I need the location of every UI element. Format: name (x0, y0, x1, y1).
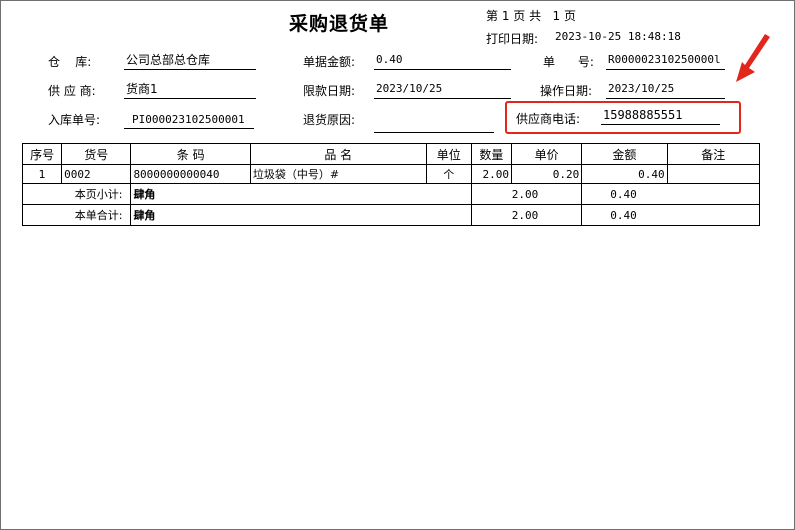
document-title: 采购退货单 (288, 13, 389, 35)
cell-remark (666, 164, 761, 184)
col-header-amount: 金额 (581, 143, 668, 165)
doc-total-row: 本单合计: 肆角 2.00 0.40 (21, 204, 760, 226)
col-header-price: 单价 (510, 143, 583, 165)
reason-label: 退货原因: (303, 113, 356, 127)
doc-total-words: 肆角 (130, 204, 472, 226)
col-header-seq: 序号 (21, 143, 63, 165)
cell-amount: 0.40 (581, 164, 668, 184)
reason-value (374, 115, 494, 133)
document-frame (0, 0, 795, 530)
col-header-item-no: 货号 (61, 143, 132, 165)
cell-barcode: 8000000000040 (130, 164, 251, 184)
due-date-value: 2023/10/25 (374, 81, 511, 99)
cell-unit: 个 (425, 164, 472, 184)
col-header-unit: 单位 (425, 143, 472, 165)
table-header-row: 序号 货号 条 码 品 名 单位 数量 单价 金额 备注 (21, 143, 761, 165)
doc-no-label: 单 号: (543, 55, 594, 69)
print-date-label: 打印日期: (486, 32, 539, 46)
doc-total-amount: 0.40 (581, 204, 760, 226)
warehouse-label: 仓 库: (48, 55, 92, 69)
cell-qty: 2.00 (470, 164, 512, 184)
col-header-remark: 备注 (666, 143, 761, 165)
doc-no-value: R000002310250000l (606, 52, 725, 70)
page-subtotal-row: 本页小计: 肆角 2.00 0.40 (21, 183, 760, 205)
stock-in-no-value: PI000023102500001 (124, 112, 254, 129)
table-row: 1 0002 8000000000040 垃圾袋（中号）# 个 2.00 0.2… (21, 164, 761, 184)
page-info: 第 1 页 共 1 页 (486, 9, 576, 23)
supplier-label: 供 应 商: (48, 84, 96, 98)
page-subtotal-words: 肆角 (130, 183, 472, 205)
op-date-label: 操作日期: (540, 84, 593, 98)
page-subtotal-qty: 2.00 (470, 183, 583, 205)
stock-in-no-label: 入库单号: (48, 113, 101, 127)
red-arrow-icon (736, 34, 770, 82)
due-date-label: 限款日期: (303, 84, 356, 98)
col-header-name: 品 名 (249, 143, 427, 165)
col-header-qty: 数量 (470, 143, 512, 165)
op-date-value: 2023/10/25 (606, 81, 725, 99)
cell-item-no: 0002 (61, 164, 132, 184)
amount-label: 单据金额: (303, 55, 356, 69)
doc-total-qty: 2.00 (470, 204, 583, 226)
supplier-value: 货商1 (124, 81, 256, 99)
page-subtotal-amount: 0.40 (581, 183, 760, 205)
cell-seq: 1 (21, 164, 63, 184)
cell-name: 垃圾袋（中号）# (249, 164, 427, 184)
doc-total-label: 本单合计: (21, 204, 132, 226)
line-items-table: 序号 货号 条 码 品 名 单位 数量 单价 金额 备注 1 0002 8000… (21, 143, 761, 226)
print-date-value: 2023-10-25 18:48:18 (555, 30, 681, 43)
amount-value: 0.40 (374, 52, 511, 70)
page-subtotal-label: 本页小计: (21, 183, 132, 205)
cell-price: 0.20 (510, 164, 583, 184)
col-header-barcode: 条 码 (130, 143, 251, 165)
supplier-phone-highlight-box (505, 101, 741, 134)
warehouse-value: 公司总部总仓库 (124, 52, 256, 70)
